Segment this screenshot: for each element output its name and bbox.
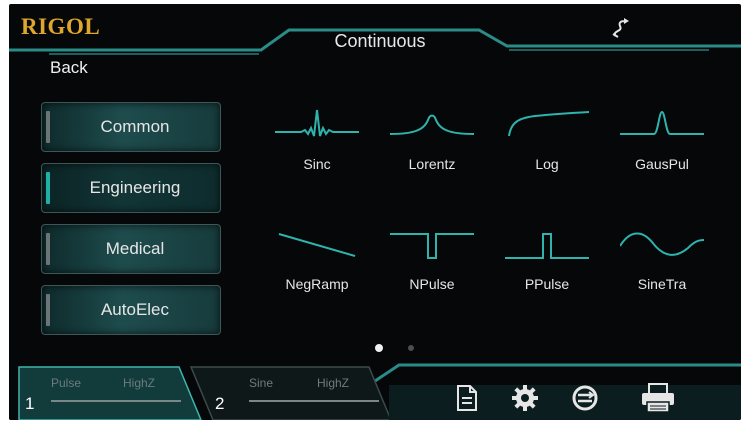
category-engineering[interactable]: Engineering (41, 163, 221, 213)
category-indicator (46, 294, 50, 326)
waveform-label: PPulse (524, 276, 570, 292)
document-icon[interactable] (450, 382, 482, 414)
channel-number: 1 (25, 394, 35, 413)
waveform-label: NegRamp (285, 276, 349, 292)
channel-number: 2 (215, 394, 225, 413)
waveform-label: Log (535, 156, 559, 172)
waveform-sinetra[interactable]: SineTra (612, 226, 712, 296)
category-medical[interactable]: Medical (41, 224, 221, 274)
negramp-icon (278, 233, 356, 257)
printer-icon[interactable] (639, 382, 677, 414)
category-label: AutoElec (100, 300, 170, 319)
ppulse-icon (505, 233, 589, 259)
category-indicator (46, 172, 50, 204)
log-icon (508, 111, 589, 137)
sync-loop-icon[interactable] (569, 382, 601, 414)
channel-function: Sine (249, 376, 274, 390)
waveform-label: GausPul (635, 156, 689, 172)
brand-logo: RIGOL (21, 14, 101, 39)
channel-1-panel[interactable]: 1 Pulse HighZ (19, 370, 199, 416)
back-button[interactable]: Back (50, 58, 88, 78)
category-label: Medical (105, 239, 165, 258)
page-dot-active[interactable] (375, 344, 383, 352)
waveform-sinc[interactable]: Sinc (267, 106, 367, 176)
waveform-label: Lorentz (408, 156, 456, 172)
channel-2-panel[interactable]: 2 Sine HighZ (205, 370, 385, 416)
waveform-label: SineTra (637, 276, 687, 292)
waveform-log[interactable]: Log (497, 106, 597, 176)
category-indicator (46, 233, 50, 265)
category-label: Engineering (89, 178, 181, 197)
waveform-gauspul[interactable]: GausPul (612, 106, 712, 176)
gauspul-icon (620, 110, 704, 135)
sinc-icon (275, 109, 359, 137)
npulse-icon (390, 233, 474, 259)
gear-icon[interactable] (509, 382, 541, 414)
channel-load: HighZ (123, 376, 156, 390)
waveform-negramp[interactable]: NegRamp (267, 226, 367, 296)
screen: RIGOL Continuous Back Common Engineering… (9, 4, 741, 420)
sync-status-icon (612, 18, 629, 38)
waveform-label: NPulse (409, 276, 455, 292)
channel-underline (249, 400, 379, 402)
page-title: Continuous (334, 31, 426, 51)
sinetra-icon (620, 232, 704, 256)
category-autoelec[interactable]: AutoElec (41, 285, 221, 335)
category-label: Common (100, 117, 170, 136)
waveform-label: Sinc (303, 156, 331, 172)
channel-function: Pulse (51, 376, 82, 390)
waveform-ppulse[interactable]: PPulse (497, 226, 597, 296)
category-common[interactable]: Common (41, 102, 221, 152)
channel-load: HighZ (317, 376, 350, 390)
channel-underline (51, 400, 181, 402)
page-dot[interactable] (408, 345, 414, 351)
category-indicator (46, 111, 50, 143)
lorentz-icon (390, 114, 474, 135)
waveform-lorentz[interactable]: Lorentz (382, 106, 482, 176)
waveform-npulse[interactable]: NPulse (382, 226, 482, 296)
